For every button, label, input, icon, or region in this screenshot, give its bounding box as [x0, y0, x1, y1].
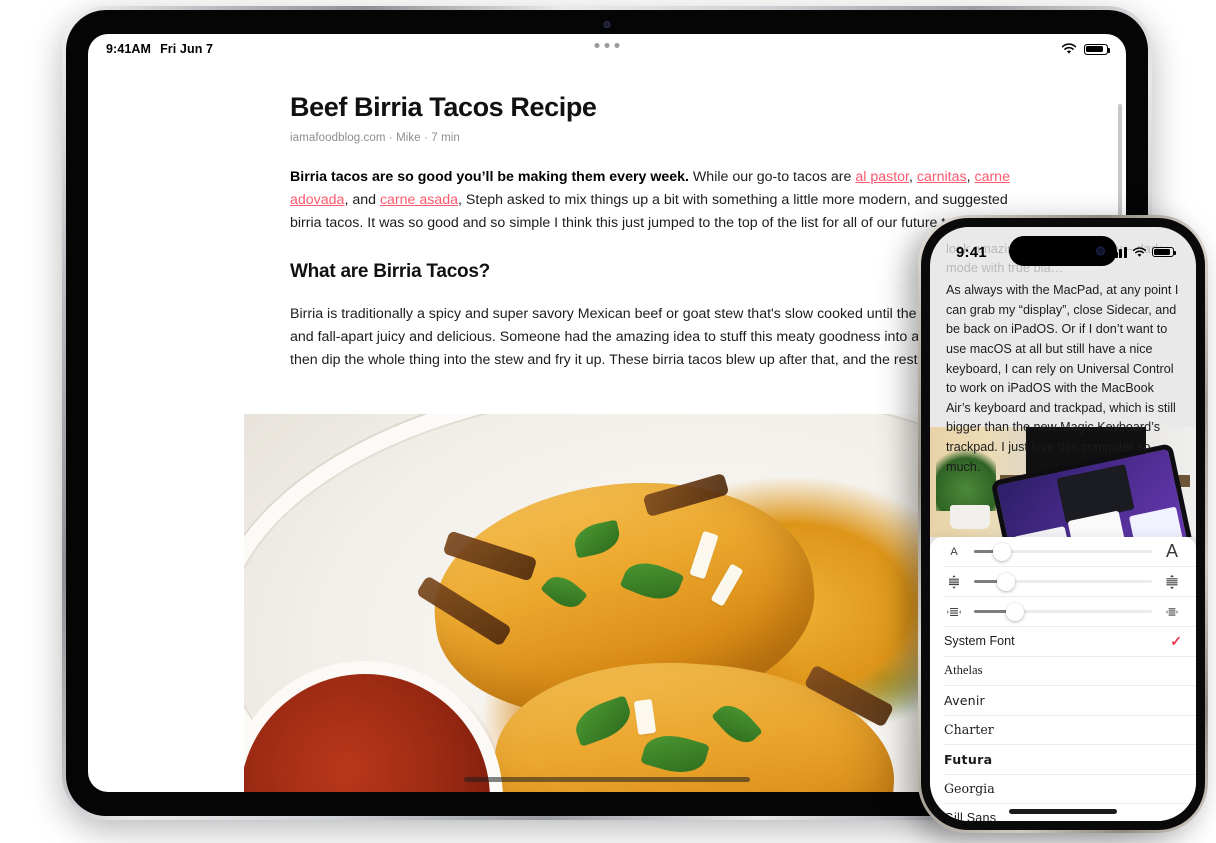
- link-carnitas[interactable]: carnitas: [917, 169, 967, 185]
- font-list[interactable]: System Font ✓ Athelas Avenir Charter Futura Ge…: [930, 627, 1196, 821]
- font-option-system-font[interactable]: System Font ✓: [930, 627, 1196, 656]
- font-option-label: Gill Sans: [944, 811, 997, 821]
- planter-shape: [950, 505, 990, 529]
- small-letter-a-icon: A: [950, 545, 958, 558]
- font-option-label: Charter: [944, 722, 994, 738]
- iphone-device: look amazing on O… obviously – dark mode…: [918, 215, 1208, 833]
- clock-label: 9:41AM: [106, 42, 152, 56]
- checkmark-icon: ✓: [1170, 632, 1182, 649]
- line-spacing-slider-row[interactable]: [930, 567, 1196, 596]
- iphone-status-bar: 9:41: [930, 227, 1196, 275]
- battery-icon: [1152, 246, 1176, 258]
- margins-wide-icon: [1162, 604, 1182, 620]
- wifi-icon: [1132, 246, 1147, 257]
- line-spacing-large-icon: [1162, 574, 1182, 590]
- lede-text-4: , and: [344, 192, 380, 209]
- article-lede-paragraph: Birria tacos are so good you’ll be makin…: [290, 166, 1036, 235]
- font-option-label: Georgia: [944, 781, 995, 797]
- line-spacing-slider[interactable]: [974, 572, 1152, 591]
- link-carne-asada[interactable]: carne asada: [380, 192, 458, 208]
- reader-article-text[interactable]: As always with the MacPad, at any point …: [930, 275, 1196, 477]
- font-option-label: System Font: [944, 634, 1015, 649]
- font-option-label: Avenir: [944, 692, 985, 708]
- wifi-icon: [1061, 43, 1077, 54]
- font-option-charter[interactable]: Charter: [930, 716, 1196, 745]
- font-option-athelas[interactable]: Athelas: [930, 657, 1196, 686]
- iphone-bezel: look amazing on O… obviously – dark mode…: [921, 218, 1205, 830]
- lede-text-1: While our go-to tacos are: [688, 169, 856, 186]
- battery-icon: [1084, 43, 1111, 55]
- home-indicator[interactable]: [1009, 809, 1117, 814]
- large-letter-a-icon: A: [1165, 541, 1178, 561]
- front-camera-icon: [603, 21, 611, 28]
- font-option-georgia[interactable]: Georgia: [930, 775, 1196, 804]
- font-option-avenir[interactable]: Avenir: [930, 686, 1196, 715]
- margins-slider[interactable]: [974, 602, 1152, 621]
- margins-slider-row[interactable]: [930, 597, 1196, 626]
- font-option-label: Futura: [944, 751, 993, 767]
- link-al-pastor[interactable]: al pastor: [855, 169, 909, 185]
- ipad-status-right: [1061, 43, 1111, 55]
- date-label: Fri Jun 7: [160, 42, 214, 56]
- text-size-slider-row[interactable]: A A: [930, 537, 1196, 566]
- line-spacing-small-icon: [944, 574, 964, 590]
- cellular-bars-icon: [1110, 246, 1127, 258]
- ipad-status-left: 9:41AM Fri Jun 7: [106, 42, 213, 56]
- font-option-label: Athelas: [944, 663, 983, 678]
- multitasking-dots-icon[interactable]: [594, 43, 620, 48]
- article-paragraph: As always with the MacPad, at any point …: [946, 283, 1179, 474]
- article-byline: iamafoodblog.com · Mike · 7 min: [290, 132, 460, 145]
- home-indicator[interactable]: [464, 777, 750, 782]
- ipad-status-bar: 9:41AM Fri Jun 7: [88, 34, 1126, 64]
- font-options-panel[interactable]: A A System Font ✓ Athelas Avenir Charter…: [930, 537, 1196, 821]
- font-option-futura[interactable]: Futura: [930, 745, 1196, 774]
- iphone-screen: look amazing on O… obviously – dark mode…: [930, 227, 1196, 821]
- lede-bold-lead: Birria tacos are so good you’ll be makin…: [290, 169, 689, 186]
- margins-narrow-icon: [944, 604, 964, 620]
- iphone-status-right: [1110, 246, 1176, 258]
- lede-text-2: ,: [909, 169, 917, 186]
- screenshot-canvas: 9:41AM Fri Jun 7 Beef Birria Tacos Recip…: [0, 0, 1216, 843]
- clock-label: 9:41: [956, 243, 987, 261]
- page-title: Beef Birria Tacos Recipe: [290, 92, 597, 122]
- text-size-slider[interactable]: [974, 542, 1152, 561]
